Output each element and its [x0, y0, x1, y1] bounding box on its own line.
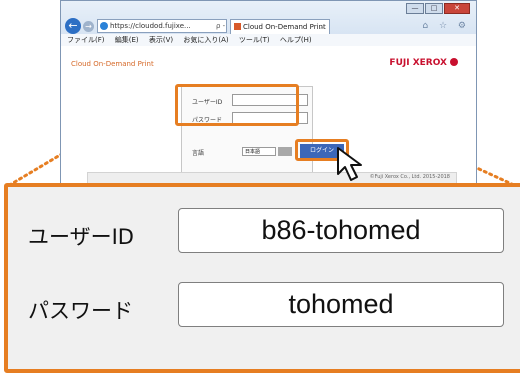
ie-icon	[100, 22, 108, 30]
forward-icon[interactable]: →	[83, 21, 94, 32]
mouse-cursor-icon	[337, 147, 362, 181]
tab-title: Cloud On-Demand Print	[243, 23, 326, 31]
address-tools[interactable]: ρ - 🔒 C	[216, 20, 226, 32]
user-id-field[interactable]: b86-tohomed	[178, 208, 504, 253]
lang-label: 言語	[192, 150, 205, 157]
lang-dropdown-button[interactable]	[278, 147, 292, 156]
toolbar-icons[interactable]: ⌂ ☆ ⚙	[422, 21, 470, 31]
menu-file[interactable]: ファイル(F)	[67, 36, 105, 44]
menu-edit[interactable]: 編集(E)	[115, 36, 139, 44]
address-bar[interactable]: https://cloudod.fujixe... ρ - 🔒 C	[97, 19, 227, 33]
copyright: ©Fuji Xerox Co., Ltd. 2015-2018	[369, 174, 450, 180]
maximize-button[interactable]: □	[425, 3, 443, 14]
window-controls: — □ ✕	[405, 3, 470, 14]
site-title: Cloud On-Demand Print	[71, 60, 154, 68]
address-text: https://cloudod.fujixe...	[110, 22, 191, 30]
menu-favorites[interactable]: お気に入り(A)	[183, 36, 228, 44]
password-field[interactable]: tohomed	[178, 282, 504, 327]
lang-select[interactable]: 日本語	[242, 147, 276, 156]
password-label: パスワード	[28, 299, 133, 323]
back-icon[interactable]: ←	[65, 18, 81, 34]
browser-titlebar: — □ ✕ ← → https://cloudod.fujixe... ρ - …	[61, 1, 476, 46]
menu-bar: ファイル(F) 編集(E) 表示(V) お気に入り(A) ツール(T) ヘルプ(…	[61, 34, 476, 46]
fields-highlight	[175, 84, 299, 126]
minimize-button[interactable]: —	[406, 3, 424, 14]
close-button[interactable]: ✕	[444, 3, 470, 14]
user-id-label: ユーザーID	[28, 225, 134, 249]
browser-tab[interactable]: Cloud On-Demand Print ×	[230, 19, 330, 34]
tab-close-icon[interactable]: ×	[319, 20, 325, 34]
fujixerox-logo-icon: FUJI XEROX	[389, 58, 458, 68]
menu-view[interactable]: 表示(V)	[149, 36, 173, 44]
menu-tools[interactable]: ツール(T)	[239, 36, 270, 44]
tab-favicon	[234, 23, 241, 30]
menu-help[interactable]: ヘルプ(H)	[280, 36, 312, 44]
zoom-panel: ユーザーID b86-tohomed パスワード tohomed	[4, 183, 520, 373]
